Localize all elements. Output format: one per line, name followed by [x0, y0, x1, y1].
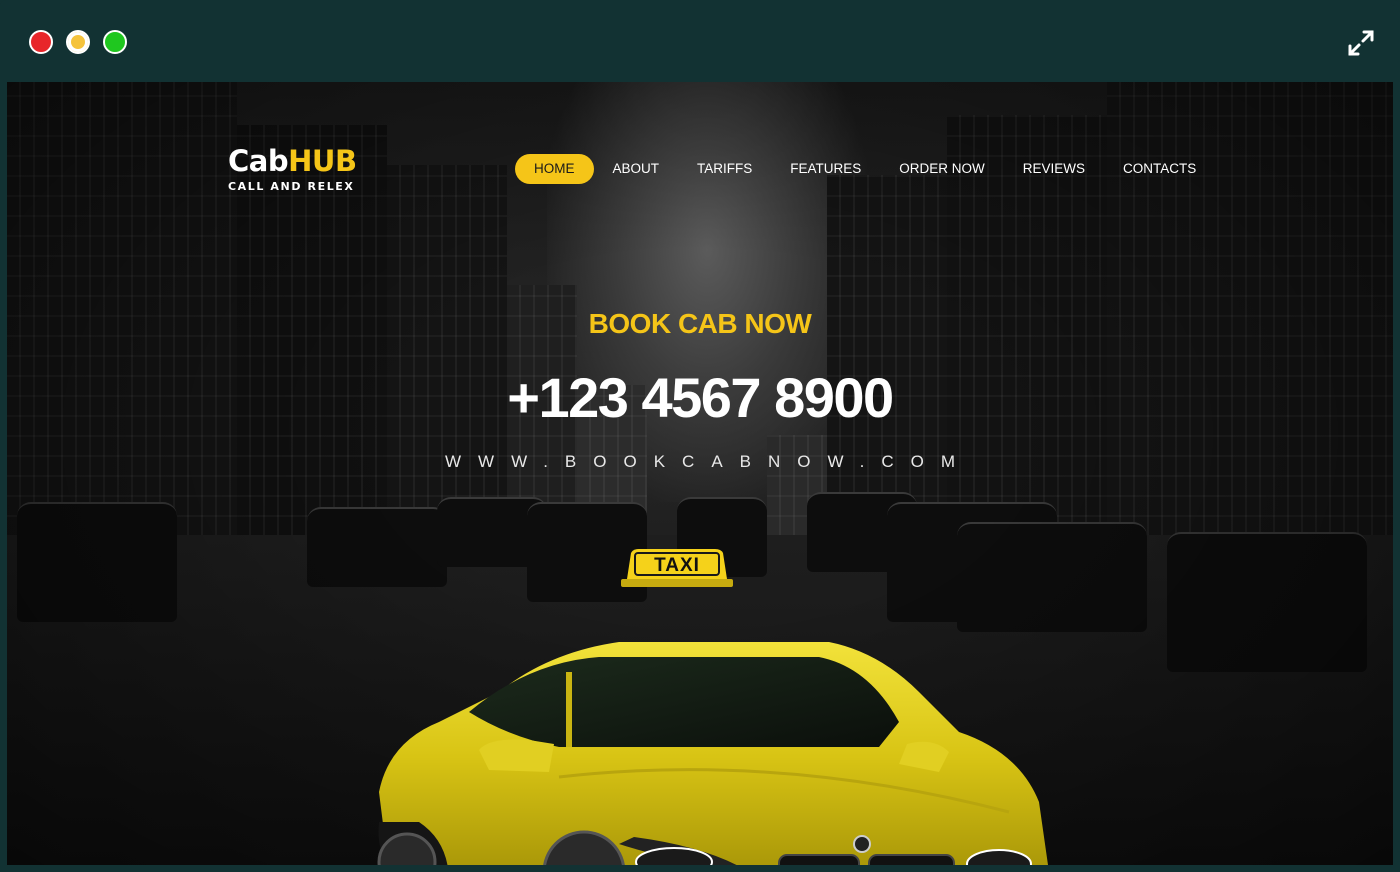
maximize-dot[interactable] — [103, 30, 127, 54]
main-nav: HOME ABOUT TARIFFS FEATURES ORDER NOW RE… — [515, 154, 1215, 184]
nav-about[interactable]: ABOUT — [594, 154, 679, 184]
website-url[interactable]: WWW.BOOKCABNOW.COM — [7, 452, 1393, 472]
minimize-dot[interactable] — [66, 30, 90, 54]
logo-cab: Cab — [228, 144, 289, 178]
logo-tagline: CALL AND RELEX — [228, 180, 355, 193]
nav-contacts[interactable]: CONTACTS — [1104, 154, 1215, 184]
nav-features[interactable]: FEATURES — [771, 154, 880, 184]
close-dot[interactable] — [29, 30, 53, 54]
expand-icon[interactable] — [1344, 26, 1378, 60]
taxi-car-image — [377, 642, 1048, 865]
hero-title: BOOK CAB NOW — [588, 308, 812, 339]
nav-reviews[interactable]: REVIEWS — [1004, 154, 1104, 184]
nav-home[interactable]: HOME — [515, 154, 594, 184]
browser-window: CabHUB CALL AND RELEX HOME ABOUT TARIFFS… — [0, 0, 1400, 872]
logo[interactable]: CabHUB CALL AND RELEX — [228, 144, 357, 193]
logo-hub: HUB — [288, 144, 357, 178]
phone-number[interactable]: +123 4567 8900 — [7, 365, 1393, 430]
taxi-sign-label: TAXI — [654, 555, 700, 576]
logo-wordmark: CabHUB — [228, 144, 357, 178]
nav-order-now[interactable]: ORDER NOW — [880, 154, 1004, 184]
website-viewport: CabHUB CALL AND RELEX HOME ABOUT TARIFFS… — [7, 82, 1393, 865]
nav-tariffs[interactable]: TARIFFS — [678, 154, 771, 184]
